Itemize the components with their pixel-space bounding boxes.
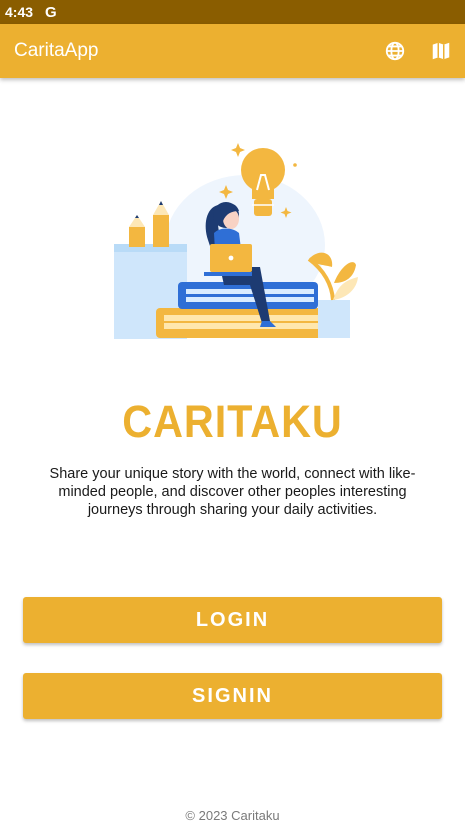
footer-copyright: © 2023 Caritaku — [185, 808, 280, 823]
globe-icon[interactable] — [382, 38, 408, 64]
brand-title: CARITAKU — [122, 396, 343, 447]
welcome-illustration — [100, 135, 365, 350]
status-bar: 4:43 G — [0, 0, 465, 24]
tagline: Share your unique story with the world, … — [49, 466, 416, 518]
app-title: CaritaApp — [14, 40, 99, 61]
google-badge-icon: G — [45, 3, 57, 21]
signin-button[interactable]: SIGNIN — [23, 673, 442, 719]
map-icon[interactable] — [428, 38, 454, 64]
login-button[interactable]: LOGIN — [23, 597, 442, 643]
status-time: 4:43 — [5, 4, 34, 20]
app-bar: CaritaApp — [0, 24, 465, 78]
app-bar-actions — [382, 24, 454, 78]
